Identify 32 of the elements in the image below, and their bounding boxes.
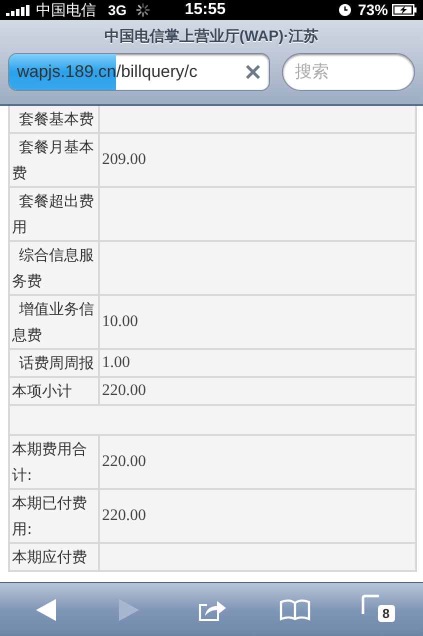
table-cell: 本期应付费 [10, 544, 98, 570]
clock-icon [338, 4, 351, 16]
table-cell: 220.00 [100, 378, 415, 404]
activity-spinner-icon [136, 3, 150, 17]
page-title: 中国电信掌上营业厅(WAP)·江苏 [103, 27, 320, 47]
table-cell: 本项小计 [10, 378, 98, 404]
table-cell: 209.00 [100, 134, 415, 186]
table-cell: 本期费用合计: [10, 436, 98, 488]
table-cell: 10.00 [100, 296, 415, 348]
battery-charging-icon [392, 4, 417, 16]
tabs-button[interactable]: 8 [348, 588, 408, 632]
clear-icon[interactable] [245, 64, 261, 80]
left-triangle-icon [34, 598, 56, 622]
open-book-icon [278, 598, 310, 620]
table-cell: 套餐月基本费 [10, 134, 98, 186]
carrier-name: 中国电信 [36, 0, 96, 20]
search-field[interactable]: 搜索 [282, 53, 415, 91]
table-cell: 本期已付费用: [10, 490, 98, 542]
table-cell: 综合信息服务费 [10, 242, 98, 294]
table-cell: 1.00 [100, 350, 415, 376]
table-cell: 套餐超出费用 [10, 188, 98, 240]
table-cell: 220.00 [100, 490, 415, 542]
clock-time: 15:55 [184, 1, 226, 19]
right-triangle-icon [118, 598, 140, 622]
signal-icon [6, 4, 32, 16]
battery-percent: 73% [358, 2, 388, 18]
tab-count: 8 [378, 604, 394, 622]
table-cell: 220.00 [100, 436, 415, 488]
table-cell: 话费周周报 [10, 350, 98, 376]
table-cell: 增值业务信息费 [10, 296, 98, 348]
table-cell: 套餐基本费 [10, 106, 98, 132]
network-type: 3G [108, 2, 127, 18]
